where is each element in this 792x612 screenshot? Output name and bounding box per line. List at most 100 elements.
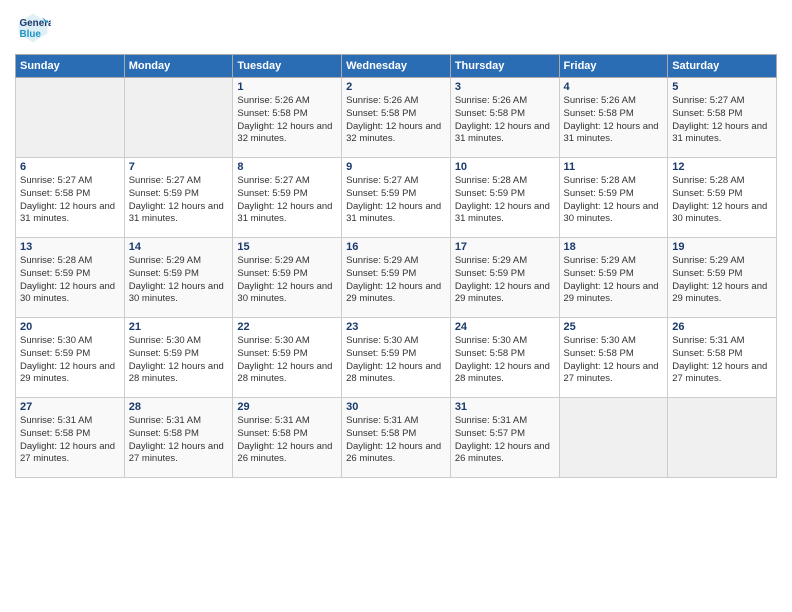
logo: General Blue	[15, 10, 55, 46]
day-number: 29	[237, 401, 337, 413]
calendar-day-cell: 17 Sunrise: 5:29 AM Sunset: 5:59 PM Dayli…	[450, 238, 559, 318]
day-info: Sunrise: 5:28 AM Sunset: 5:59 PM Dayligh…	[455, 175, 555, 226]
calendar-day-cell: 4Sunrise: 5:26 AM Sunset: 5:58 PM Daylig…	[559, 78, 668, 158]
calendar-day-cell: 26 Sunrise: 5:31 AM Sunset: 5:58 PM Dayli…	[668, 318, 777, 398]
day-info: Sunrise: 5:27 AM Sunset: 5:59 PM Dayligh…	[237, 175, 337, 226]
day-info: Sunrise: 5:29 AM Sunset: 5:59 PM Dayligh…	[237, 255, 337, 306]
calendar-week-row: 20 Sunrise: 5:30 AM Sunset: 5:59 PM Dayli…	[16, 318, 777, 398]
calendar-day-cell: 10 Sunrise: 5:28 AM Sunset: 5:59 PM Dayli…	[450, 158, 559, 238]
calendar-day-cell: 28Sunrise: 5:31 AM Sunset: 5:58 PM Dayli…	[124, 398, 233, 478]
calendar-day-cell: 18Sunrise: 5:29 AM Sunset: 5:59 PM Dayli…	[559, 238, 668, 318]
calendar-day-cell: 12 Sunrise: 5:28 AM Sunset: 5:59 PM Dayli…	[668, 158, 777, 238]
calendar-table: SundayMondayTuesdayWednesdayThursdayFrid…	[15, 54, 777, 478]
day-info: Sunrise: 5:28 AM Sunset: 5:59 PM Dayligh…	[672, 175, 772, 226]
page-header: General Blue	[15, 10, 777, 46]
day-info: Sunrise: 5:31 AM Sunset: 5:57 PM Dayligh…	[455, 415, 555, 466]
calendar-day-cell: 1 Sunrise: 5:26 AM Sunset: 5:58 PM Daylig…	[233, 78, 342, 158]
calendar-day-cell: 15Sunrise: 5:29 AM Sunset: 5:59 PM Dayli…	[233, 238, 342, 318]
day-info: Sunrise: 5:28 AM Sunset: 5:59 PM Dayligh…	[20, 255, 120, 306]
day-number: 5	[672, 81, 772, 93]
day-number: 22	[237, 321, 337, 333]
calendar-day-cell: 25 Sunrise: 5:30 AM Sunset: 5:58 PM Dayli…	[559, 318, 668, 398]
calendar-day-cell: 5 Sunrise: 5:27 AM Sunset: 5:58 PM Daylig…	[668, 78, 777, 158]
calendar-day-cell: 23 Sunrise: 5:30 AM Sunset: 5:59 PM Dayli…	[342, 318, 451, 398]
day-info: Sunrise: 5:27 AM Sunset: 5:58 PM Dayligh…	[672, 95, 772, 146]
day-number: 2	[346, 81, 446, 93]
weekday-header-cell: Wednesday	[342, 55, 451, 78]
calendar-day-cell: 21Sunrise: 5:30 AM Sunset: 5:59 PM Dayli…	[124, 318, 233, 398]
weekday-header-cell: Sunday	[16, 55, 125, 78]
calendar-week-row: 27 Sunrise: 5:31 AM Sunset: 5:58 PM Dayli…	[16, 398, 777, 478]
weekday-header-cell: Friday	[559, 55, 668, 78]
calendar-week-row: 1 Sunrise: 5:26 AM Sunset: 5:58 PM Daylig…	[16, 78, 777, 158]
day-info: Sunrise: 5:26 AM Sunset: 5:58 PM Dayligh…	[346, 95, 446, 146]
day-number: 6	[20, 161, 120, 173]
day-info: Sunrise: 5:26 AM Sunset: 5:58 PM Dayligh…	[455, 95, 555, 146]
day-info: Sunrise: 5:30 AM Sunset: 5:59 PM Dayligh…	[346, 335, 446, 386]
day-info: Sunrise: 5:26 AM Sunset: 5:58 PM Dayligh…	[237, 95, 337, 146]
day-number: 30	[346, 401, 446, 413]
day-info: Sunrise: 5:29 AM Sunset: 5:59 PM Dayligh…	[564, 255, 664, 306]
day-number: 4	[564, 81, 664, 93]
day-number: 8	[237, 161, 337, 173]
calendar-day-cell: 24 Sunrise: 5:30 AM Sunset: 5:58 PM Dayli…	[450, 318, 559, 398]
weekday-header-row: SundayMondayTuesdayWednesdayThursdayFrid…	[16, 55, 777, 78]
calendar-day-cell: 22Sunrise: 5:30 AM Sunset: 5:59 PM Dayli…	[233, 318, 342, 398]
day-info: Sunrise: 5:27 AM Sunset: 5:59 PM Dayligh…	[346, 175, 446, 226]
day-number: 31	[455, 401, 555, 413]
day-info: Sunrise: 5:28 AM Sunset: 5:59 PM Dayligh…	[564, 175, 664, 226]
day-number: 17	[455, 241, 555, 253]
calendar-day-cell: 8 Sunrise: 5:27 AM Sunset: 5:59 PM Daylig…	[233, 158, 342, 238]
calendar-day-cell: 9 Sunrise: 5:27 AM Sunset: 5:59 PM Daylig…	[342, 158, 451, 238]
day-info: Sunrise: 5:29 AM Sunset: 5:59 PM Dayligh…	[129, 255, 229, 306]
day-number: 24	[455, 321, 555, 333]
day-info: Sunrise: 5:31 AM Sunset: 5:58 PM Dayligh…	[672, 335, 772, 386]
svg-text:General: General	[20, 18, 52, 29]
day-number: 20	[20, 321, 120, 333]
day-info: Sunrise: 5:31 AM Sunset: 5:58 PM Dayligh…	[237, 415, 337, 466]
day-number: 7	[129, 161, 229, 173]
day-number: 10	[455, 161, 555, 173]
day-number: 9	[346, 161, 446, 173]
calendar-day-cell: 19Sunrise: 5:29 AM Sunset: 5:59 PM Dayli…	[668, 238, 777, 318]
svg-text:Blue: Blue	[20, 29, 42, 40]
day-number: 25	[564, 321, 664, 333]
weekday-header-cell: Tuesday	[233, 55, 342, 78]
calendar-day-cell: 3 Sunrise: 5:26 AM Sunset: 5:58 PM Daylig…	[450, 78, 559, 158]
day-number: 26	[672, 321, 772, 333]
calendar-day-cell	[124, 78, 233, 158]
day-number: 23	[346, 321, 446, 333]
calendar-day-cell: 11 Sunrise: 5:28 AM Sunset: 5:59 PM Dayli…	[559, 158, 668, 238]
logo-icon: General Blue	[15, 10, 51, 46]
calendar-day-cell	[668, 398, 777, 478]
day-info: Sunrise: 5:30 AM Sunset: 5:58 PM Dayligh…	[455, 335, 555, 386]
day-number: 16	[346, 241, 446, 253]
day-number: 12	[672, 161, 772, 173]
calendar-week-row: 13 Sunrise: 5:28 AM Sunset: 5:59 PM Dayli…	[16, 238, 777, 318]
day-info: Sunrise: 5:31 AM Sunset: 5:58 PM Dayligh…	[20, 415, 120, 466]
day-info: Sunrise: 5:30 AM Sunset: 5:59 PM Dayligh…	[20, 335, 120, 386]
calendar-day-cell	[559, 398, 668, 478]
weekday-header-cell: Saturday	[668, 55, 777, 78]
day-number: 11	[564, 161, 664, 173]
day-number: 1	[237, 81, 337, 93]
day-number: 27	[20, 401, 120, 413]
day-info: Sunrise: 5:31 AM Sunset: 5:58 PM Dayligh…	[346, 415, 446, 466]
weekday-header-cell: Thursday	[450, 55, 559, 78]
calendar-day-cell: 27 Sunrise: 5:31 AM Sunset: 5:58 PM Dayli…	[16, 398, 125, 478]
weekday-header-cell: Monday	[124, 55, 233, 78]
calendar-day-cell: 7 Sunrise: 5:27 AM Sunset: 5:59 PM Daylig…	[124, 158, 233, 238]
day-info: Sunrise: 5:27 AM Sunset: 5:59 PM Dayligh…	[129, 175, 229, 226]
day-number: 13	[20, 241, 120, 253]
day-info: Sunrise: 5:29 AM Sunset: 5:59 PM Dayligh…	[455, 255, 555, 306]
day-number: 21	[129, 321, 229, 333]
day-info: Sunrise: 5:30 AM Sunset: 5:58 PM Dayligh…	[564, 335, 664, 386]
day-info: Sunrise: 5:29 AM Sunset: 5:59 PM Dayligh…	[672, 255, 772, 306]
calendar-day-cell	[16, 78, 125, 158]
calendar-day-cell: 20 Sunrise: 5:30 AM Sunset: 5:59 PM Dayli…	[16, 318, 125, 398]
day-info: Sunrise: 5:31 AM Sunset: 5:58 PM Dayligh…	[129, 415, 229, 466]
day-info: Sunrise: 5:27 AM Sunset: 5:58 PM Dayligh…	[20, 175, 120, 226]
day-number: 3	[455, 81, 555, 93]
calendar-day-cell: 6 Sunrise: 5:27 AM Sunset: 5:58 PM Daylig…	[16, 158, 125, 238]
calendar-week-row: 6 Sunrise: 5:27 AM Sunset: 5:58 PM Daylig…	[16, 158, 777, 238]
